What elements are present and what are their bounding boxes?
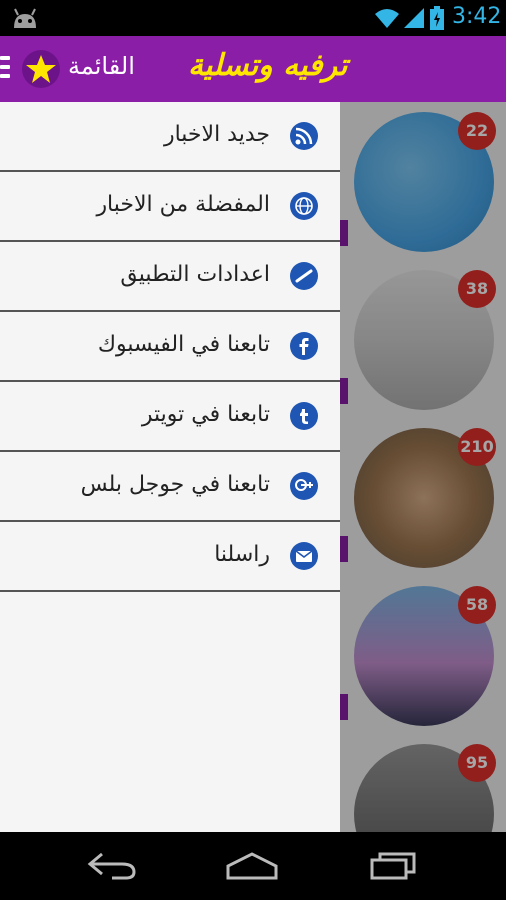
drawer-item-facebook[interactable]: تابعنا في الفيسبوك [0,312,340,382]
facebook-icon [290,332,318,360]
drawer-item-label: جديد الاخبار [163,122,270,147]
system-nav-bar [0,832,506,900]
battery-icon [430,6,444,30]
tumblr-icon [290,402,318,430]
drawer-scrim[interactable] [340,102,506,832]
drawer-item-label: تابعنا في جوجل بلس [80,472,270,497]
drawer-item-label: المفضلة من الاخبار [96,192,270,217]
drawer-item-label: تابعنا في تويتر [141,402,270,427]
drawer-item-settings[interactable]: اعدادات التطبيق [0,242,340,312]
home-icon[interactable] [222,850,282,882]
app-title: ترفيه وتسلية [188,48,348,83]
status-bar: 3:42 [0,0,506,36]
back-icon[interactable] [82,850,142,882]
wifi-icon [375,9,399,28]
menu-icon[interactable] [0,56,10,82]
drawer-item-twitter[interactable]: تابعنا في تويتر [0,382,340,452]
drawer-item-latest-news[interactable]: جديد الاخبار [0,102,340,172]
settings-icon [290,262,318,290]
drawer-item-google-plus[interactable]: تابعنا في جوجل بلس [0,452,340,522]
navigation-drawer: جديد الاخبار المفضلة من الاخبار اعدادات … [0,102,340,832]
mail-icon [290,542,318,570]
android-icon [14,8,36,28]
signal-icon [404,8,424,28]
clock: 3:42 [452,4,502,29]
drawer-item-label: اعدادات التطبيق [120,262,270,287]
drawer-item-label: راسلنا [214,542,270,567]
menu-label[interactable]: القائمة [68,52,135,80]
recents-icon[interactable] [364,850,424,882]
globe-icon [290,192,318,220]
app-bar: القائمة ترفيه وتسلية [0,36,506,102]
star-icon[interactable] [22,50,60,88]
drawer-item-label: تابعنا في الفيسبوك [97,332,270,357]
drawer-item-favorites[interactable]: المفضلة من الاخبار [0,172,340,242]
google-plus-icon [290,472,318,500]
rss-icon [290,122,318,150]
drawer-item-contact[interactable]: راسلنا [0,522,340,592]
